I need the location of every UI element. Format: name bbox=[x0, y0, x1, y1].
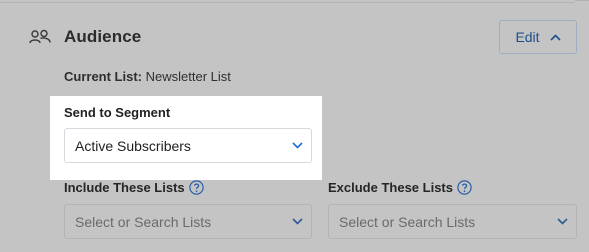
section-title: Audience bbox=[64, 27, 142, 46]
include-lists-placeholder: Select or Search Lists bbox=[75, 213, 212, 230]
current-list-value: Newsletter List bbox=[145, 69, 231, 84]
exclude-lists-label-text: Exclude These Lists bbox=[328, 180, 453, 195]
question-circle-icon[interactable] bbox=[188, 180, 204, 195]
question-circle-icon[interactable] bbox=[457, 180, 472, 195]
chevron-down-icon bbox=[557, 218, 568, 225]
audience-panel: Audience Edit Current List: Newsletter L… bbox=[0, 0, 589, 252]
exclude-lists-placeholder: Select or Search Lists bbox=[339, 213, 476, 230]
include-lists-label: Include These Lists bbox=[64, 180, 204, 195]
users-icon bbox=[29, 29, 51, 44]
edit-button[interactable]: Edit bbox=[499, 20, 577, 54]
exclude-lists-label: Exclude These Lists bbox=[328, 180, 472, 195]
current-list: Current List: Newsletter List bbox=[64, 69, 231, 84]
segment-select[interactable]: Active Subscribers bbox=[64, 128, 312, 163]
divider bbox=[0, 0, 589, 4]
edit-button-label: Edit bbox=[515, 29, 540, 45]
chevron-down-icon bbox=[292, 142, 303, 149]
chevron-up-icon bbox=[549, 33, 561, 41]
current-list-key: Current List: bbox=[64, 69, 142, 84]
chevron-down-icon bbox=[292, 218, 303, 225]
include-lists-label-text: Include These Lists bbox=[64, 180, 185, 195]
segment-select-value: Active Subscribers bbox=[75, 137, 191, 154]
segment-label: Send to Segment bbox=[64, 105, 171, 120]
exclude-lists-select[interactable]: Select or Search Lists bbox=[328, 204, 577, 239]
include-lists-select[interactable]: Select or Search Lists bbox=[64, 204, 312, 239]
